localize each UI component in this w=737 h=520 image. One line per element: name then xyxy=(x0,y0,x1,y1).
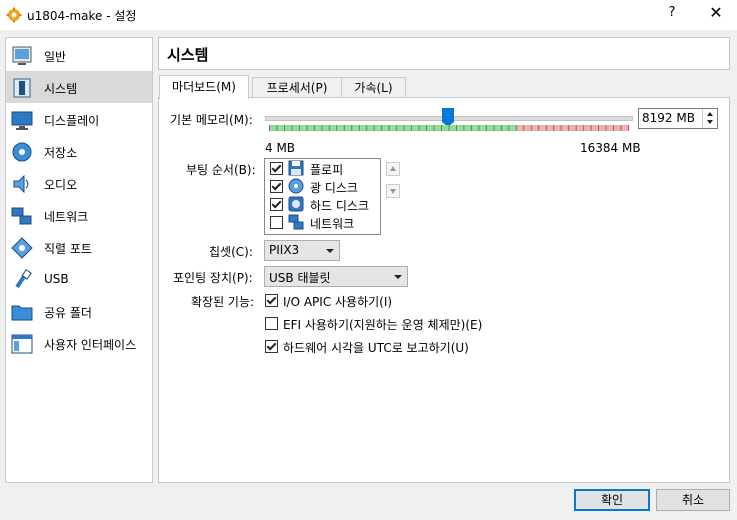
help-button[interactable]: ? xyxy=(662,5,682,20)
ok-button[interactable]: 확인 xyxy=(574,489,650,511)
chipset-label: 칩셋(C): xyxy=(209,245,253,259)
tab-motherboard[interactable]: 마더보드(M) xyxy=(159,75,249,99)
sidebar-item-label: 네트워크 xyxy=(44,210,89,224)
list-item[interactable]: 하드 디스크 xyxy=(265,196,380,213)
sidebar-item-user-interface[interactable]: 사용자 인터페이스 xyxy=(6,327,152,359)
close-button[interactable]: ✕ xyxy=(704,3,728,22)
sidebar-item-display[interactable]: 디스플레이 xyxy=(6,103,152,135)
arrow-down-icon xyxy=(390,189,396,194)
boot-item-label: 네트워크 xyxy=(310,217,355,231)
arrow-up-icon xyxy=(390,166,396,171)
chevron-down-icon xyxy=(326,249,334,253)
display-icon xyxy=(11,111,33,130)
boot-order-label: 부팅 순서(B): xyxy=(186,163,256,177)
cancel-button[interactable]: 취소 xyxy=(656,489,730,511)
move-up-button[interactable] xyxy=(386,162,400,176)
sidebar-item-system[interactable]: 시스템 xyxy=(6,71,152,103)
serial-port-icon xyxy=(11,237,33,259)
sidebar-item-serial-port[interactable]: 직렬 포트 xyxy=(6,231,152,263)
boot-item-label: 광 디스크 xyxy=(310,181,358,195)
list-item[interactable]: 광 디스크 xyxy=(265,178,380,195)
chevron-down-icon[interactable] xyxy=(707,120,713,124)
tab-processor[interactable]: 프로세서(P) xyxy=(252,77,342,98)
pointing-device-select[interactable]: USB 태블릿 xyxy=(264,266,408,287)
memory-min-label: 4 MB xyxy=(265,141,296,155)
storage-icon xyxy=(12,142,32,162)
move-down-button[interactable] xyxy=(386,184,400,198)
memory-spinbox[interactable]: 8192 MB xyxy=(638,108,718,129)
pointing-device-label: 포인팅 장치(P): xyxy=(173,271,253,285)
memory-stepper[interactable] xyxy=(702,109,718,128)
page-title: 시스템 xyxy=(167,46,209,64)
sidebar-item-label: 사용자 인터페이스 xyxy=(44,338,137,352)
title-bar: u1804-make - 설정 ? ✕ xyxy=(0,0,737,30)
list-item[interactable]: 네트워크 xyxy=(265,214,380,231)
boot-hdd-checkbox[interactable] xyxy=(270,198,283,211)
sidebar-item-label: 디스플레이 xyxy=(44,114,100,128)
list-item[interactable]: 플로피 xyxy=(265,160,380,177)
user-interface-icon xyxy=(11,334,33,354)
utc-clock-checkbox[interactable] xyxy=(265,340,278,353)
boot-item-label: 하드 디스크 xyxy=(310,199,370,213)
page-header: 시스템 xyxy=(158,37,730,70)
settings-sidebar: 일반 시스템 디스플레이 저장소 오디오 네트워크 직렬 포트 USB 공유 폴… xyxy=(5,37,153,483)
boot-item-label: 플로피 xyxy=(310,163,344,177)
memory-value: 8192 MB xyxy=(642,111,695,125)
sidebar-item-audio[interactable]: 오디오 xyxy=(6,167,152,199)
boot-network-checkbox[interactable] xyxy=(270,216,283,229)
network-icon xyxy=(11,207,32,225)
io-apic-label: I/O APIC 사용하기(I) xyxy=(283,295,393,309)
memory-label: 기본 메모리(M): xyxy=(170,113,253,127)
boot-order-list: 플로피 광 디스크 하드 디스크 네트워크 xyxy=(264,158,381,235)
sidebar-item-general[interactable]: 일반 xyxy=(6,39,152,71)
tab-acceleration[interactable]: 가속(L) xyxy=(341,77,406,98)
floppy-icon xyxy=(288,160,304,176)
boot-floppy-checkbox[interactable] xyxy=(270,162,283,175)
audio-icon xyxy=(13,174,29,194)
sidebar-item-network[interactable]: 네트워크 xyxy=(6,199,152,231)
gear-icon xyxy=(6,7,22,23)
system-icon xyxy=(13,78,31,98)
memory-max-label: 16384 MB xyxy=(580,141,641,155)
sidebar-item-label: 일반 xyxy=(44,50,67,64)
shared-folder-icon xyxy=(11,305,33,321)
usb-icon xyxy=(15,269,32,289)
sidebar-item-label: 직렬 포트 xyxy=(44,242,92,256)
extended-features-label: 확장된 기능: xyxy=(191,295,255,309)
motherboard-panel: 기본 메모리(M): 4 MB 16384 MB 8192 MB 부팅 순서(B… xyxy=(158,97,730,483)
sidebar-item-label: 저장소 xyxy=(44,146,78,160)
optical-disk-icon xyxy=(288,178,304,194)
chevron-up-icon[interactable] xyxy=(707,112,713,116)
chipset-select[interactable]: PIIX3 xyxy=(264,240,340,261)
network-icon xyxy=(288,214,304,230)
memory-scale xyxy=(269,125,629,131)
memory-warning-range xyxy=(517,125,629,131)
efi-label: EFI 사용하기(지원하는 운영 체제만)(E) xyxy=(283,318,483,332)
sidebar-item-label: USB xyxy=(44,272,69,286)
io-apic-checkbox[interactable] xyxy=(265,294,278,307)
chipset-value: PIIX3 xyxy=(269,243,300,257)
utc-clock-label: 하드웨어 시각을 UTC로 보고하기(U) xyxy=(283,341,469,355)
pointing-device-value: USB 태블릿 xyxy=(269,271,331,285)
sidebar-item-label: 오디오 xyxy=(44,178,78,192)
sidebar-item-usb[interactable]: USB xyxy=(6,263,152,295)
memory-safe-range xyxy=(269,125,518,131)
efi-checkbox[interactable] xyxy=(265,317,278,330)
window-title: u1804-make - 설정 xyxy=(27,9,137,23)
sidebar-item-storage[interactable]: 저장소 xyxy=(6,135,152,167)
boot-optical-checkbox[interactable] xyxy=(270,180,283,193)
general-icon xyxy=(12,46,32,65)
sidebar-item-label: 공유 폴더 xyxy=(44,306,92,320)
sidebar-item-shared-folder[interactable]: 공유 폴더 xyxy=(6,295,152,327)
sidebar-item-label: 시스템 xyxy=(44,82,78,96)
chevron-down-icon xyxy=(394,275,402,279)
hard-disk-icon xyxy=(288,196,304,212)
